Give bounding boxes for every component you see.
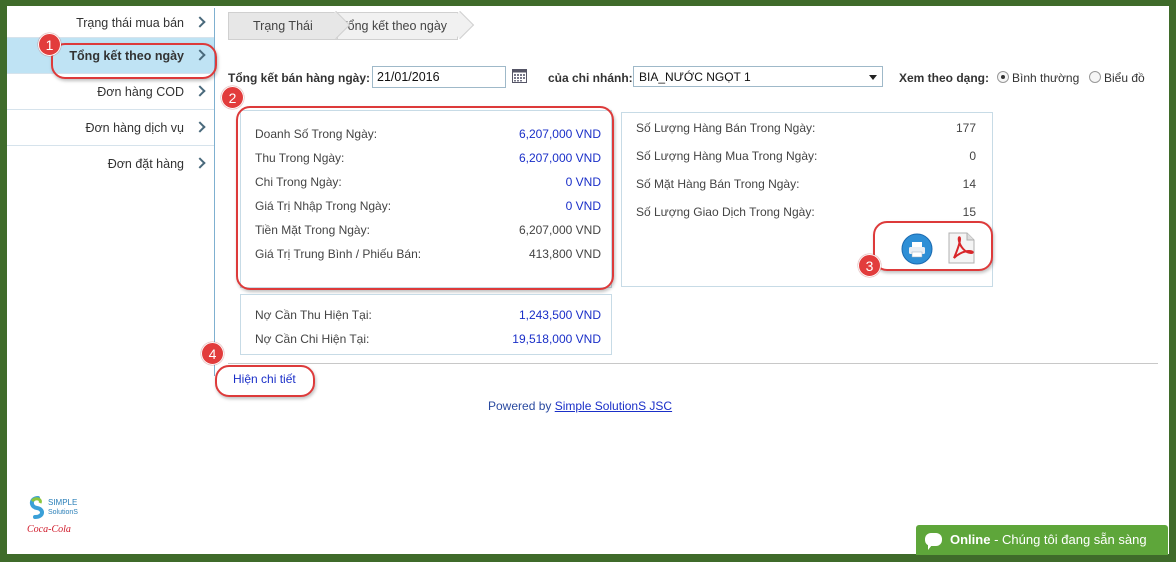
branch-selected-value: BIA_NƯỚC NGỌT 1 xyxy=(639,70,751,84)
filter-row: Tổng kết bán hàng ngày: của chi nhánh: B… xyxy=(228,66,1158,90)
view-mode-chart-label: Biểu đồ xyxy=(1104,71,1145,85)
powered-by-link[interactable]: Simple SolutionS JSC xyxy=(555,399,672,413)
sidebar-item-service-orders[interactable]: Đơn hàng dịch vụ xyxy=(7,110,214,146)
debt-panel: Nợ Cần Thu Hiện Tại: 1,243,500 VND Nợ Cầ… xyxy=(240,294,612,355)
date-label: Tổng kết bán hàng ngày: xyxy=(228,71,371,85)
app-frame: Trạng thái mua bán Tổng kết theo ngày Đơ… xyxy=(7,6,1169,554)
sidebar-item-cod-orders[interactable]: Đơn hàng COD xyxy=(7,74,214,110)
section-divider xyxy=(228,363,1158,364)
sidebar-item-purchase-orders[interactable]: Đơn đặt hàng xyxy=(7,146,214,182)
logo-text-line1: SIMPLE xyxy=(48,498,77,507)
coca-cola-logo-text: Coca-Cola xyxy=(27,524,71,535)
caret-down-icon xyxy=(869,75,877,80)
powered-by-text: Powered by xyxy=(488,399,555,413)
sidebar-item-label: Đơn hàng dịch vụ xyxy=(85,121,184,135)
breadcrumb: Tổng kết theo ngày Trạng Thái xyxy=(228,10,1158,40)
chat-status: Online xyxy=(950,532,991,547)
simple-solutions-logo: SIMPLE SolutionS Coca-Cola xyxy=(24,495,94,541)
branch-select[interactable]: BIA_NƯỚC NGỌT 1 xyxy=(633,66,883,87)
quantity-label: Số Lượng Hàng Bán Trong Ngày: xyxy=(636,121,816,135)
debt-label: Nợ Cần Chi Hiện Tại: xyxy=(255,332,370,346)
chevron-right-icon xyxy=(194,84,206,97)
annotation-badge-1: 1 xyxy=(38,33,61,56)
quantity-row: Số Lượng Hàng Mua Trong Ngày: 0 xyxy=(622,149,992,167)
online-chat-widget[interactable]: Online - Chúng tôi đang sẵn sàng xyxy=(916,525,1168,555)
chevron-right-icon xyxy=(194,120,206,133)
annotation-badge-3: 3 xyxy=(858,254,881,277)
debt-row: Nợ Cần Thu Hiện Tại: 1,243,500 VND xyxy=(241,308,611,326)
date-input[interactable] xyxy=(372,66,506,88)
quantity-label: Số Lượng Giao Dịch Trong Ngày: xyxy=(636,205,815,219)
breadcrumb-label: Trạng Thái xyxy=(253,19,313,33)
chevron-right-icon xyxy=(194,157,206,169)
highlight-ring-1 xyxy=(51,43,217,79)
main-content: Tổng kết theo ngày Trạng Thái Tổng kết b… xyxy=(215,10,1158,413)
quantity-value: 14 xyxy=(962,177,976,191)
logo-text-line2: SolutionS xyxy=(48,509,78,516)
quantity-value: 15 xyxy=(962,205,976,219)
breadcrumb-item-status[interactable]: Trạng Thái xyxy=(228,12,338,40)
sidebar-item-sales-status[interactable]: Trạng thái mua bán xyxy=(7,8,214,38)
debt-label: Nợ Cần Thu Hiện Tại: xyxy=(255,308,372,322)
view-mode-label: Xem theo dạng: xyxy=(899,71,990,85)
chat-message: - Chúng tôi đang sẵn sàng xyxy=(990,532,1147,547)
annotation-badge-4: 4 xyxy=(201,342,224,365)
highlight-ring-4 xyxy=(215,365,315,397)
highlight-ring-2 xyxy=(236,106,614,290)
view-mode-chart-radio[interactable] xyxy=(1089,71,1101,83)
sidebar-item-label: Đơn hàng COD xyxy=(97,85,184,99)
powered-by-footer: Powered by Simple SolutionS JSC xyxy=(488,399,672,413)
sidebar-item-label: Trạng thái mua bán xyxy=(76,16,184,30)
highlight-ring-3 xyxy=(873,221,993,271)
branch-label: của chi nhánh: xyxy=(548,71,633,85)
calendar-icon[interactable] xyxy=(512,69,527,83)
quantity-label: Số Mặt Hàng Bán Trong Ngày: xyxy=(636,177,800,191)
debt-value: 1,243,500 VND xyxy=(518,308,601,322)
view-mode-normal-label: Bình thường xyxy=(1012,71,1080,85)
breadcrumb-label: Tổng kết theo ngày xyxy=(340,19,448,33)
debt-row: Nợ Cần Chi Hiện Tại: 19,518,000 VND xyxy=(241,332,611,350)
quantity-row: Số Lượng Hàng Bán Trong Ngày: 177 xyxy=(622,121,992,139)
quantity-row: Số Mặt Hàng Bán Trong Ngày: 14 xyxy=(622,177,992,195)
quantity-label: Số Lượng Hàng Mua Trong Ngày: xyxy=(636,149,818,163)
debt-value: 19,518,000 VND xyxy=(512,332,601,346)
quantity-value: 0 xyxy=(969,149,976,163)
view-mode-normal-radio[interactable] xyxy=(997,71,1009,83)
sidebar-item-label: Đơn đặt hàng xyxy=(107,157,184,171)
chat-bubble-icon xyxy=(925,533,942,550)
chevron-right-icon xyxy=(194,15,206,28)
annotation-badge-2: 2 xyxy=(221,86,244,109)
quantity-value: 177 xyxy=(955,121,976,135)
